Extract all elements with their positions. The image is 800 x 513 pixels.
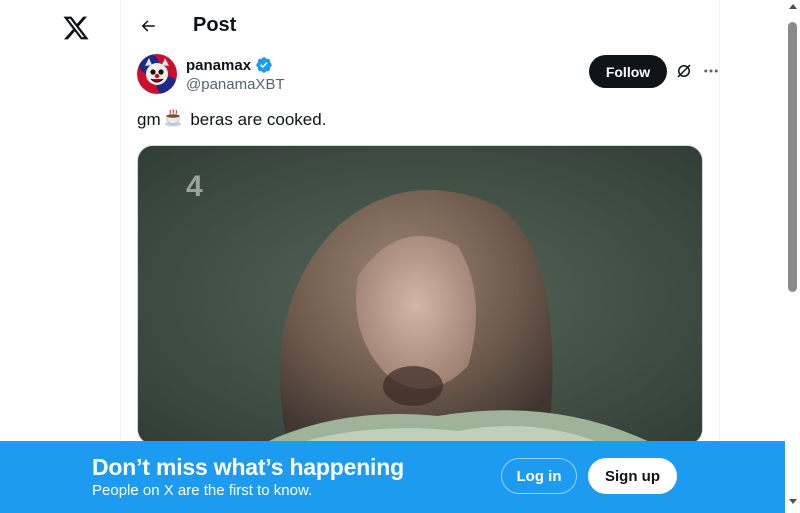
page: Post panamax @panamaXBT Follow gm beras … <box>0 0 800 513</box>
login-button[interactable]: Log in <box>501 458 577 494</box>
post-video[interactable]: 4 <box>137 145 703 445</box>
verified-badge-icon <box>255 56 273 74</box>
scroll-up-arrow-icon[interactable] <box>789 4 797 9</box>
left-nav <box>0 0 120 513</box>
signup-button[interactable]: Sign up <box>588 458 677 494</box>
name-row: panamax <box>186 56 273 74</box>
x-logo-icon[interactable] <box>62 14 90 42</box>
page-title: Post <box>193 14 237 36</box>
author-display-name[interactable]: panamax <box>186 57 251 74</box>
author-handle[interactable]: @panamaXBT <box>186 76 285 93</box>
banner-title: Don’t miss what’s happening <box>92 454 404 480</box>
signup-banner: Don’t miss what’s happening People on X … <box>0 441 785 513</box>
scroll-down-arrow-icon[interactable] <box>789 499 797 504</box>
grok-icon[interactable] <box>673 60 695 82</box>
hot-beverage-icon <box>163 108 183 128</box>
post-author: panamax @panamaXBT Follow <box>137 54 718 98</box>
post-text-after: beras are cooked. <box>185 110 327 129</box>
follow-button[interactable]: Follow <box>589 55 667 88</box>
back-arrow-icon[interactable] <box>135 13 161 39</box>
primary-column: Post panamax @panamaXBT Follow gm beras … <box>120 0 720 513</box>
scrollbar[interactable] <box>785 0 800 513</box>
channel-logo-text: 4 <box>186 170 203 203</box>
post-text-before: gm <box>137 110 161 129</box>
header: Post <box>121 0 719 53</box>
scrollbar-thumb[interactable] <box>788 22 797 292</box>
more-options-icon[interactable] <box>699 60 723 82</box>
avatar[interactable] <box>137 54 177 94</box>
banner-subtitle: People on X are the first to know. <box>92 482 313 499</box>
post-text: gm beras are cooked. <box>137 108 326 132</box>
